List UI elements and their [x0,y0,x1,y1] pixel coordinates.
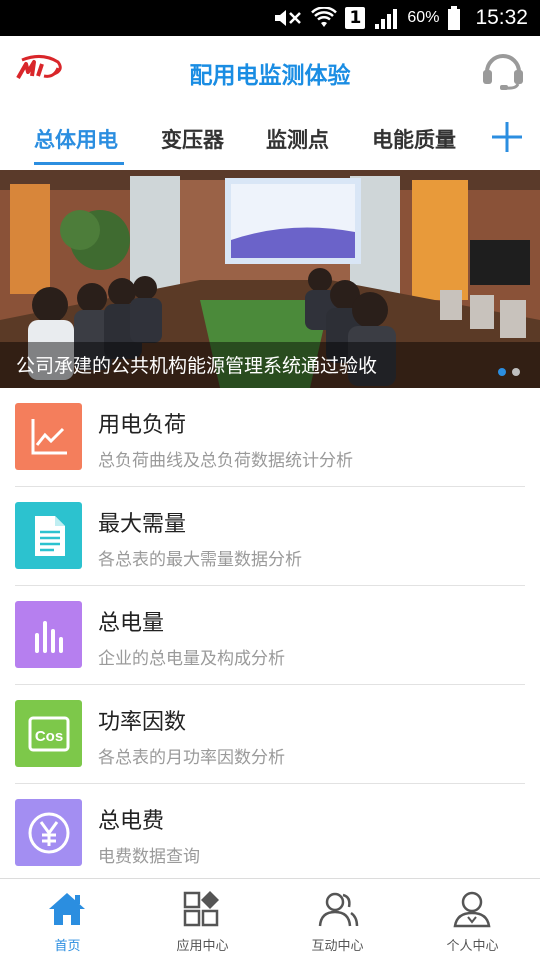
page-title: 配用电监测体验 [189,63,351,89]
list-item-title: 功率因数 [98,710,187,735]
wifi-icon [311,7,338,29]
active-tab-indicator [34,162,124,165]
list-item-desc: 各总表的最大需量数据分析 [98,550,302,570]
app-header: 配用电监测体验 [0,36,540,106]
pagination-dot-active [498,368,506,376]
document-icon [15,502,82,569]
list-item-title: 总电量 [98,611,165,636]
apps-grid-icon [182,889,222,929]
list-item-title: 总电费 [98,809,165,834]
battery-icon [447,6,461,30]
list-item-total-energy[interactable]: 总电量 企业的总电量及构成分析 [0,586,540,685]
person-icon [452,889,492,929]
line-chart-icon [15,403,82,470]
cos-icon: Cos [15,700,82,767]
feature-list: 用电负荷 总负荷曲线及总负荷数据统计分析 最大需量 各总表的最大需量数据分析 总… [0,388,540,883]
list-item-max-demand[interactable]: 最大需量 各总表的最大需量数据分析 [0,487,540,586]
list-item-desc: 企业的总电量及构成分析 [98,649,285,669]
pagination-dot [512,368,520,376]
banner-caption: 公司承建的公共机构能源管理系统通过验收 [16,355,378,377]
list-item-electricity-fee[interactable]: 总电费 电费数据查询 [0,784,540,883]
tab-overall-power[interactable]: 总体用电 [34,124,118,154]
svg-text:Cos: Cos [34,728,62,745]
nav-label: 个人中心 [446,939,499,954]
list-item-power-factor[interactable]: Cos 功率因数 各总表的月功率因数分析 [0,685,540,784]
bar-chart-icon [15,601,82,668]
home-icon [47,889,87,929]
nav-personal-center[interactable]: 个人中心 [405,879,540,960]
nav-label: 首页 [54,939,81,954]
status-bar: 1 60% 15:32 [0,0,540,36]
list-item-desc: 总负荷曲线及总负荷数据统计分析 [98,451,353,471]
signal-icon [373,7,399,29]
list-item-desc: 电费数据查询 [98,847,200,867]
news-banner[interactable]: 公司承建的公共机构能源管理系统通过验收 [0,170,540,388]
nav-app-center[interactable]: 应用中心 [135,879,270,960]
customer-service-headset-icon[interactable] [480,50,526,90]
list-item-title: 最大需量 [98,512,187,537]
nav-interaction-center[interactable]: 互动中心 [270,879,405,960]
nav-label: 应用中心 [176,939,229,954]
tab-transformer[interactable]: 变压器 [161,124,224,154]
list-item-title: 用电负荷 [98,413,187,438]
list-item-power-load[interactable]: 用电负荷 总负荷曲线及总负荷数据统计分析 [0,388,540,487]
bottom-navigation: 首页 应用中心 互动中心 个人中心 [0,878,540,960]
nav-label: 互动中心 [311,939,364,954]
tab-power-quality[interactable]: 电能质量 [372,124,456,154]
users-icon [317,889,359,929]
nav-home[interactable]: 首页 [0,879,135,960]
category-tabs: 总体用电 变压器 监测点 电能质量 [0,106,540,170]
list-item-desc: 各总表的月功率因数分析 [98,748,285,768]
sim-icon: 1 [345,7,366,29]
banner-pagination [498,368,520,376]
plus-icon[interactable] [490,120,524,154]
battery-text: 60% [407,9,440,26]
mute-icon [273,7,303,29]
yen-icon [15,799,82,866]
tab-monitoring-point[interactable]: 监测点 [266,124,329,154]
clock: 15:32 [475,6,528,29]
